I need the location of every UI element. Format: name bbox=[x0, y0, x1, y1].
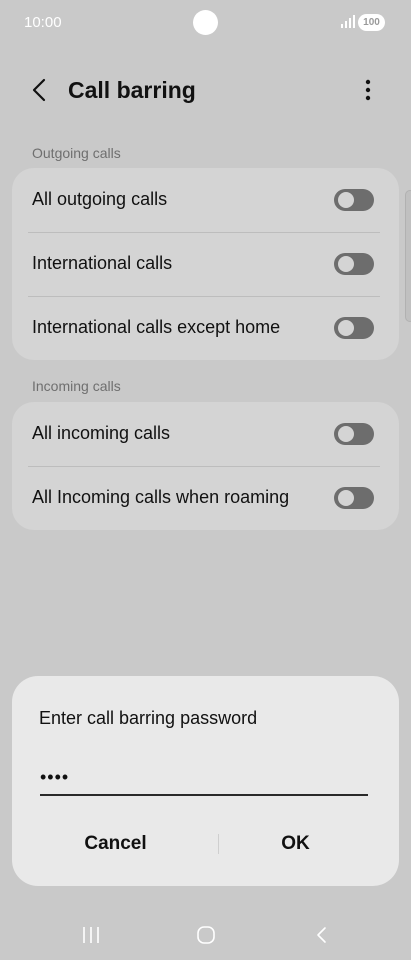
toggle-knob bbox=[338, 320, 354, 336]
toggle-knob bbox=[338, 490, 354, 506]
list-item[interactable]: International calls bbox=[12, 232, 399, 296]
toggle-knob bbox=[338, 192, 354, 208]
page-title: Call barring bbox=[68, 77, 196, 103]
setting-label: All outgoing calls bbox=[32, 189, 168, 209]
setting-label: All incoming calls bbox=[32, 423, 171, 443]
status-bar: 10:00 100 bbox=[0, 0, 411, 46]
ok-button[interactable]: OK bbox=[192, 822, 399, 866]
list-item[interactable]: All Incoming calls when roaming bbox=[12, 466, 399, 530]
setting-label: All Incoming calls when roaming bbox=[32, 487, 290, 507]
home-icon[interactable] bbox=[186, 920, 226, 950]
signal-icon bbox=[341, 15, 355, 28]
recent-apps-icon[interactable] bbox=[71, 920, 111, 950]
incoming-calls-card: All incoming calls All Incoming calls wh… bbox=[12, 402, 399, 530]
list-item[interactable]: All incoming calls bbox=[12, 402, 399, 466]
back-arrow-icon[interactable] bbox=[24, 74, 56, 106]
status-time: 10:00 bbox=[24, 14, 62, 31]
navigation-bar bbox=[0, 910, 411, 960]
battery-icon: 100 bbox=[358, 14, 385, 31]
cancel-button[interactable]: Cancel bbox=[12, 822, 219, 866]
incoming-roaming-toggle[interactable] bbox=[334, 487, 374, 509]
edge-panel-handle[interactable] bbox=[405, 190, 411, 322]
international-calls-toggle[interactable] bbox=[334, 253, 374, 275]
international-except-home-toggle[interactable] bbox=[334, 317, 374, 339]
password-field[interactable] bbox=[40, 760, 368, 796]
more-options-icon[interactable] bbox=[352, 74, 384, 106]
section-header-outgoing: Outgoing calls bbox=[32, 145, 121, 161]
toggle-knob bbox=[338, 256, 354, 272]
back-icon[interactable] bbox=[301, 920, 341, 950]
setting-label: International calls bbox=[32, 253, 173, 273]
password-dialog: Enter call barring password Cancel OK bbox=[12, 676, 399, 886]
list-item[interactable]: International calls except home bbox=[12, 296, 399, 360]
section-header-incoming: Incoming calls bbox=[32, 378, 121, 394]
setting-label: International calls except home bbox=[32, 317, 281, 337]
all-outgoing-calls-toggle[interactable] bbox=[334, 189, 374, 211]
toggle-knob bbox=[338, 426, 354, 442]
all-incoming-calls-toggle[interactable] bbox=[334, 423, 374, 445]
list-item[interactable]: All outgoing calls bbox=[12, 168, 399, 232]
battery-level: 100 bbox=[363, 17, 380, 28]
dialog-title: Enter call barring password bbox=[39, 708, 258, 728]
camera-cutout bbox=[193, 10, 218, 35]
outgoing-calls-card: All outgoing calls International calls I… bbox=[12, 168, 399, 360]
app-bar: Call barring bbox=[0, 62, 411, 118]
